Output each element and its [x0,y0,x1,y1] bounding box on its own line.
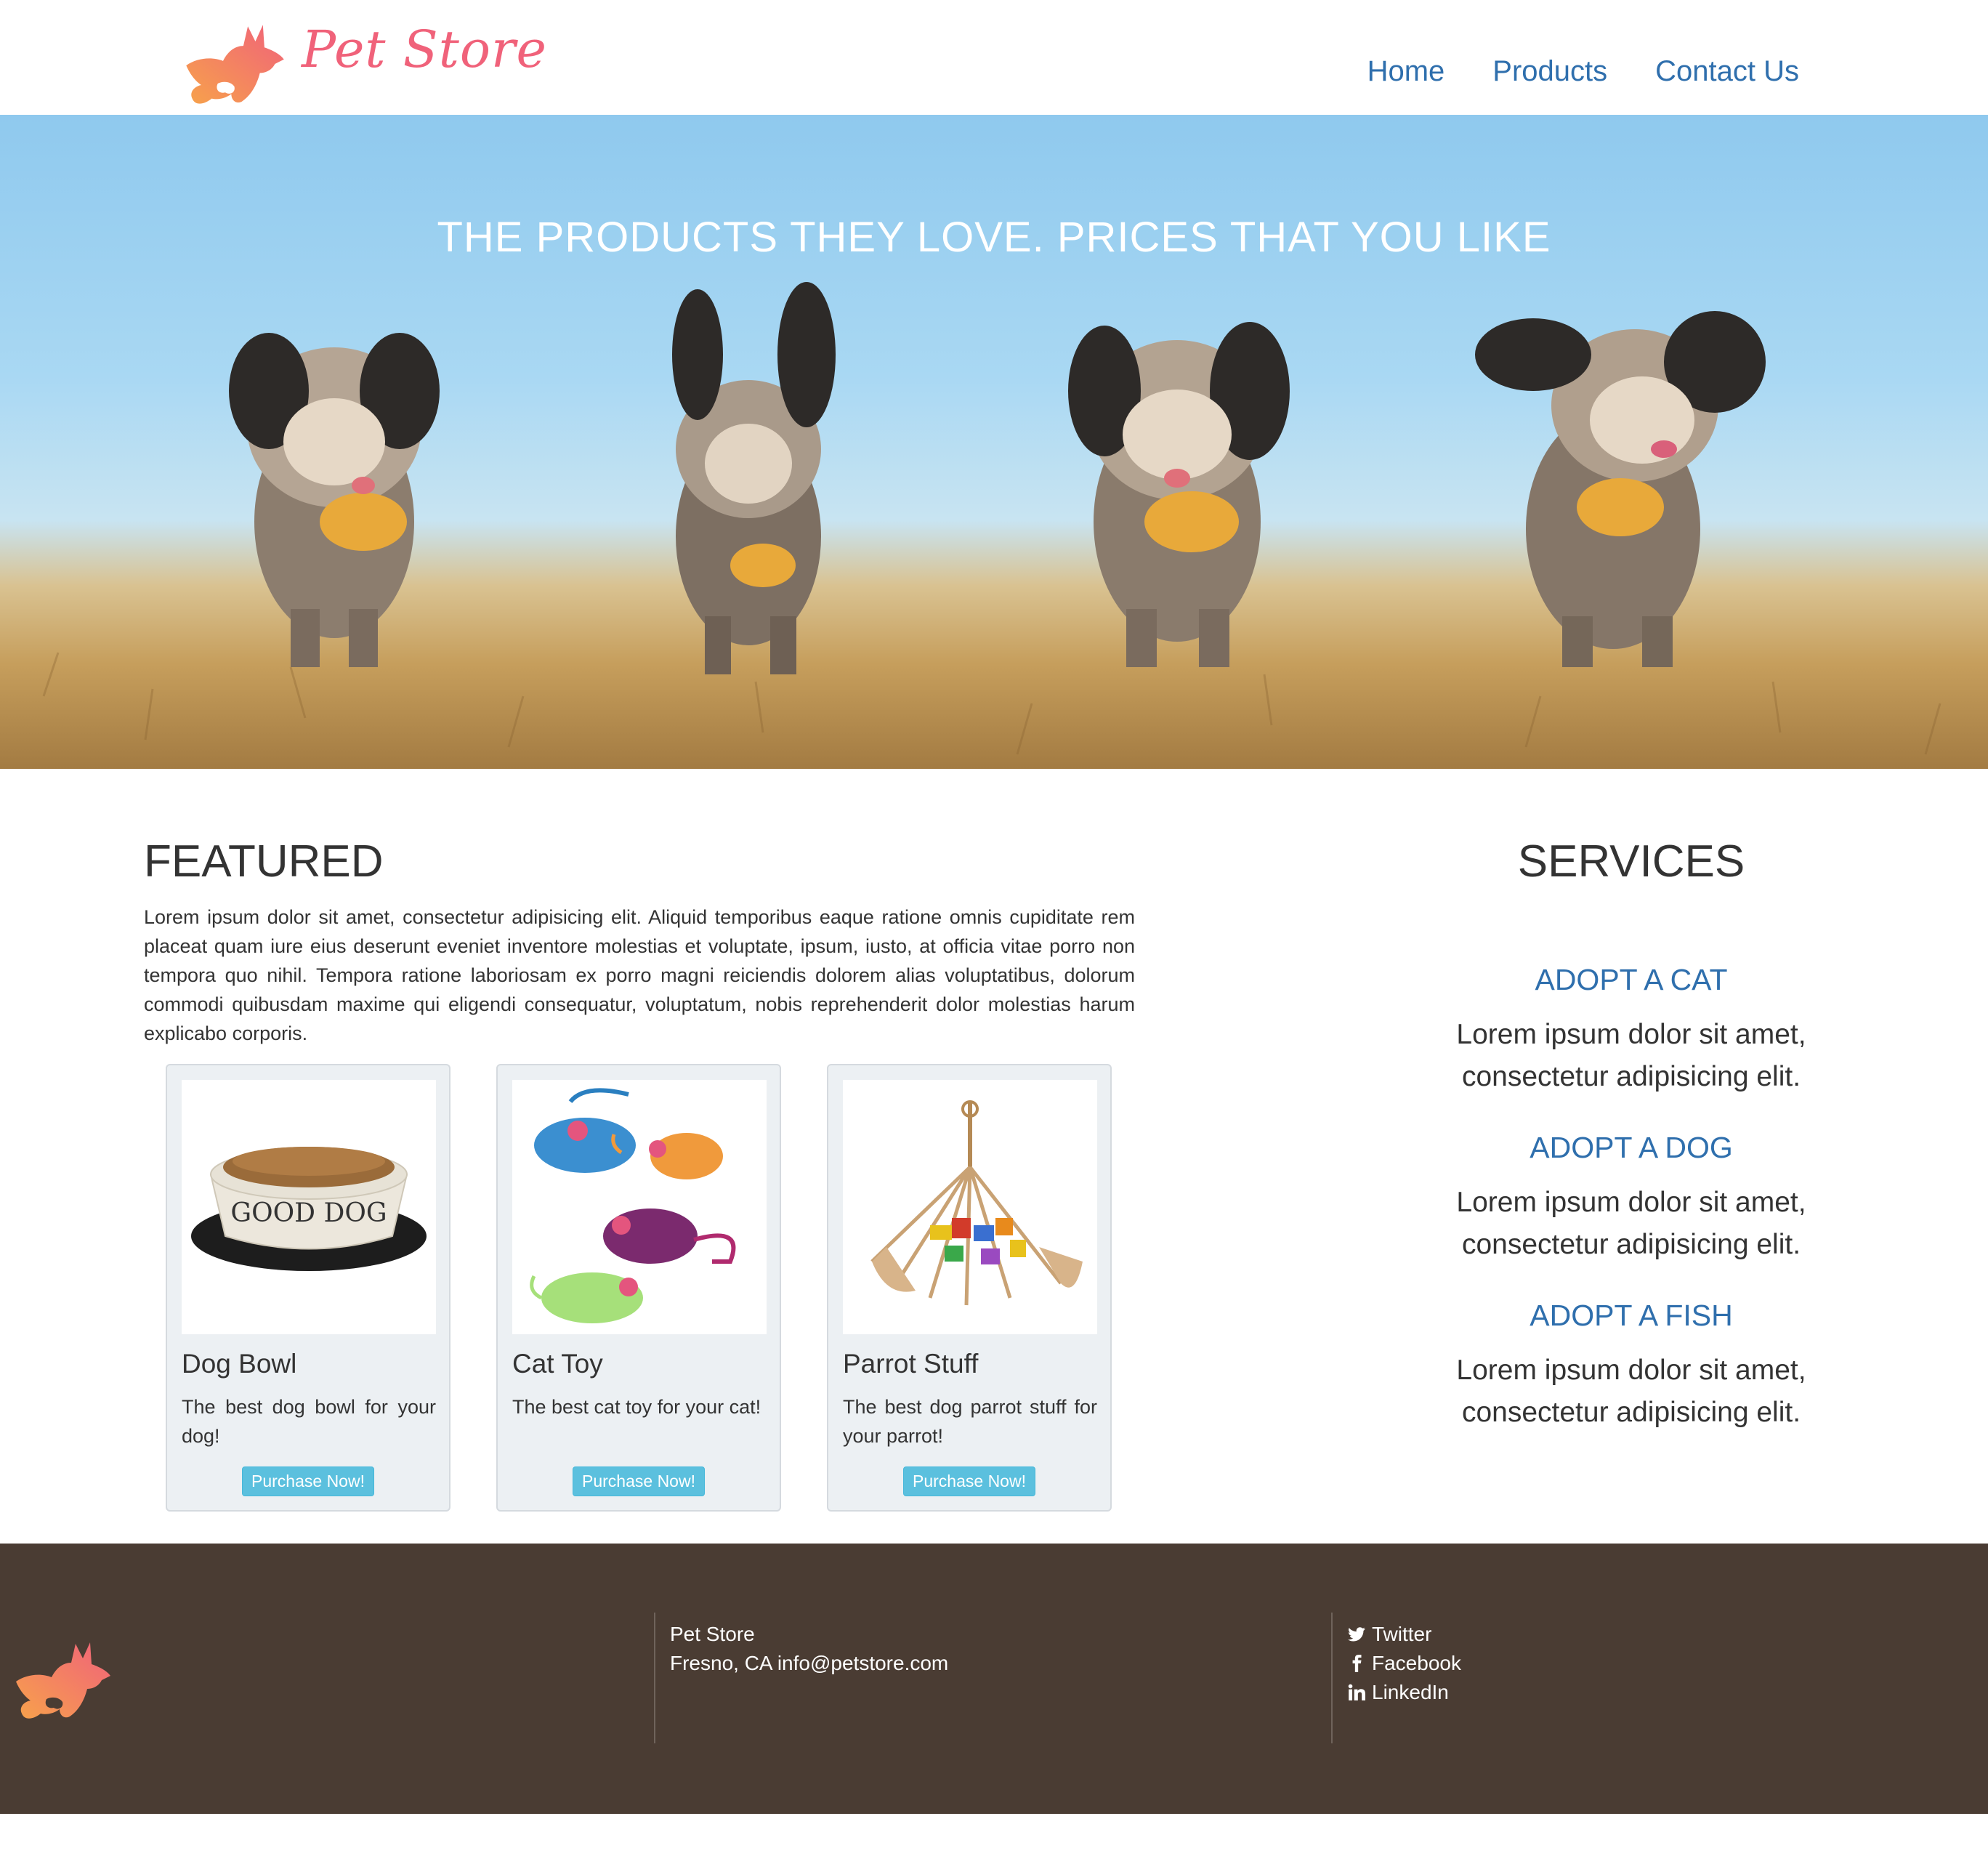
nav-contact-us[interactable]: Contact Us [1655,55,1799,88]
product-name: Cat Toy [512,1349,603,1379]
brand-name: Pet Store [302,20,547,79]
product-card-cat-toy: Cat Toy The best cat toy for your cat! P… [496,1064,781,1512]
social-linkedin[interactable]: LinkedIn [1347,1678,1461,1707]
service-heading-adopt-dog[interactable]: ADOPT A DOG [1381,1131,1882,1165]
nav-home[interactable]: Home [1367,55,1445,88]
featured-description: Lorem ipsum dolor sit amet, consectetur … [144,906,1135,1044]
featured-title: FEATURED [144,836,384,887]
product-name: Parrot Stuff [843,1349,979,1379]
product-image-cat-toy[interactable] [512,1080,767,1334]
product-description: The best dog bowl for your dog! [182,1396,436,1447]
product-description: The best cat toy for your cat! [512,1396,761,1418]
bowl-label: GOOD DOG [230,1198,387,1228]
product-name: Dog Bowl [182,1349,297,1379]
footer-social: Twitter Facebook LinkedIn [1331,1613,1461,1743]
main-nav: Home Products Contact Us [1367,55,1799,88]
services-title: SERVICES [1517,836,1745,887]
dog-logo-icon [12,1638,113,1722]
service-heading-adopt-fish[interactable]: ADOPT A FISH [1381,1299,1882,1333]
services-section: SERVICES ADOPT A CAT Lorem ipsum dolor s… [1381,836,1882,1428]
dog-figure-3 [1068,322,1290,667]
product-card-parrot-stuff: Parrot Stuff The best dog parrot stuff f… [827,1064,1112,1512]
service-heading-adopt-cat[interactable]: ADOPT A CAT [1381,963,1882,997]
site-footer: Pet Store Fresno, CA info@petstore.com T… [0,1544,1988,1814]
dog-figure-1 [229,333,440,667]
footer-contact: Pet Store Fresno, CA info@petstore.com [654,1613,948,1743]
linkedin-icon [1348,1684,1366,1700]
social-label: Facebook [1372,1652,1461,1674]
hero-title: THE PRODUCTS THEY LOVE. PRICES THAT YOU … [437,214,1551,261]
nav-products[interactable]: Products [1492,55,1607,88]
product-card-dog-bowl: GOOD DOG Dog Bowl The best dog bowl for … [166,1064,450,1512]
twitter-icon [1348,1627,1365,1642]
purchase-button-parrot-stuff[interactable]: Purchase Now! [903,1466,1035,1496]
footer-company: Pet Store [670,1623,755,1645]
dog-figure-4 [1475,311,1766,667]
social-twitter[interactable]: Twitter [1347,1620,1461,1649]
social-label: Twitter [1372,1623,1432,1645]
footer-address: Fresno, CA info@petstore.com [670,1652,949,1674]
hero-banner: THE PRODUCTS THEY LOVE. PRICES THAT YOU … [0,115,1988,769]
purchase-button-cat-toy[interactable]: Purchase Now! [573,1466,705,1496]
dog-logo-icon [182,20,287,108]
social-facebook[interactable]: Facebook [1347,1649,1461,1678]
site-header: Pet Store Home Products Contact Us [0,0,1988,115]
service-text: Lorem ipsum dolor sit amet, consectetur … [1456,1355,1806,1428]
product-description: The best dog parrot stuff for your parro… [843,1396,1097,1447]
purchase-button-dog-bowl[interactable]: Purchase Now! [242,1466,374,1496]
product-image-dog-bowl[interactable]: GOOD DOG [182,1080,436,1334]
facebook-icon [1352,1655,1362,1672]
brand-logo[interactable]: Pet Store [182,20,547,108]
social-label: LinkedIn [1372,1681,1449,1703]
service-text: Lorem ipsum dolor sit amet, consectetur … [1456,1019,1806,1092]
product-image-parrot-stuff[interactable] [843,1080,1097,1334]
dog-figure-2 [672,282,836,674]
service-text: Lorem ipsum dolor sit amet, consectetur … [1456,1187,1806,1260]
